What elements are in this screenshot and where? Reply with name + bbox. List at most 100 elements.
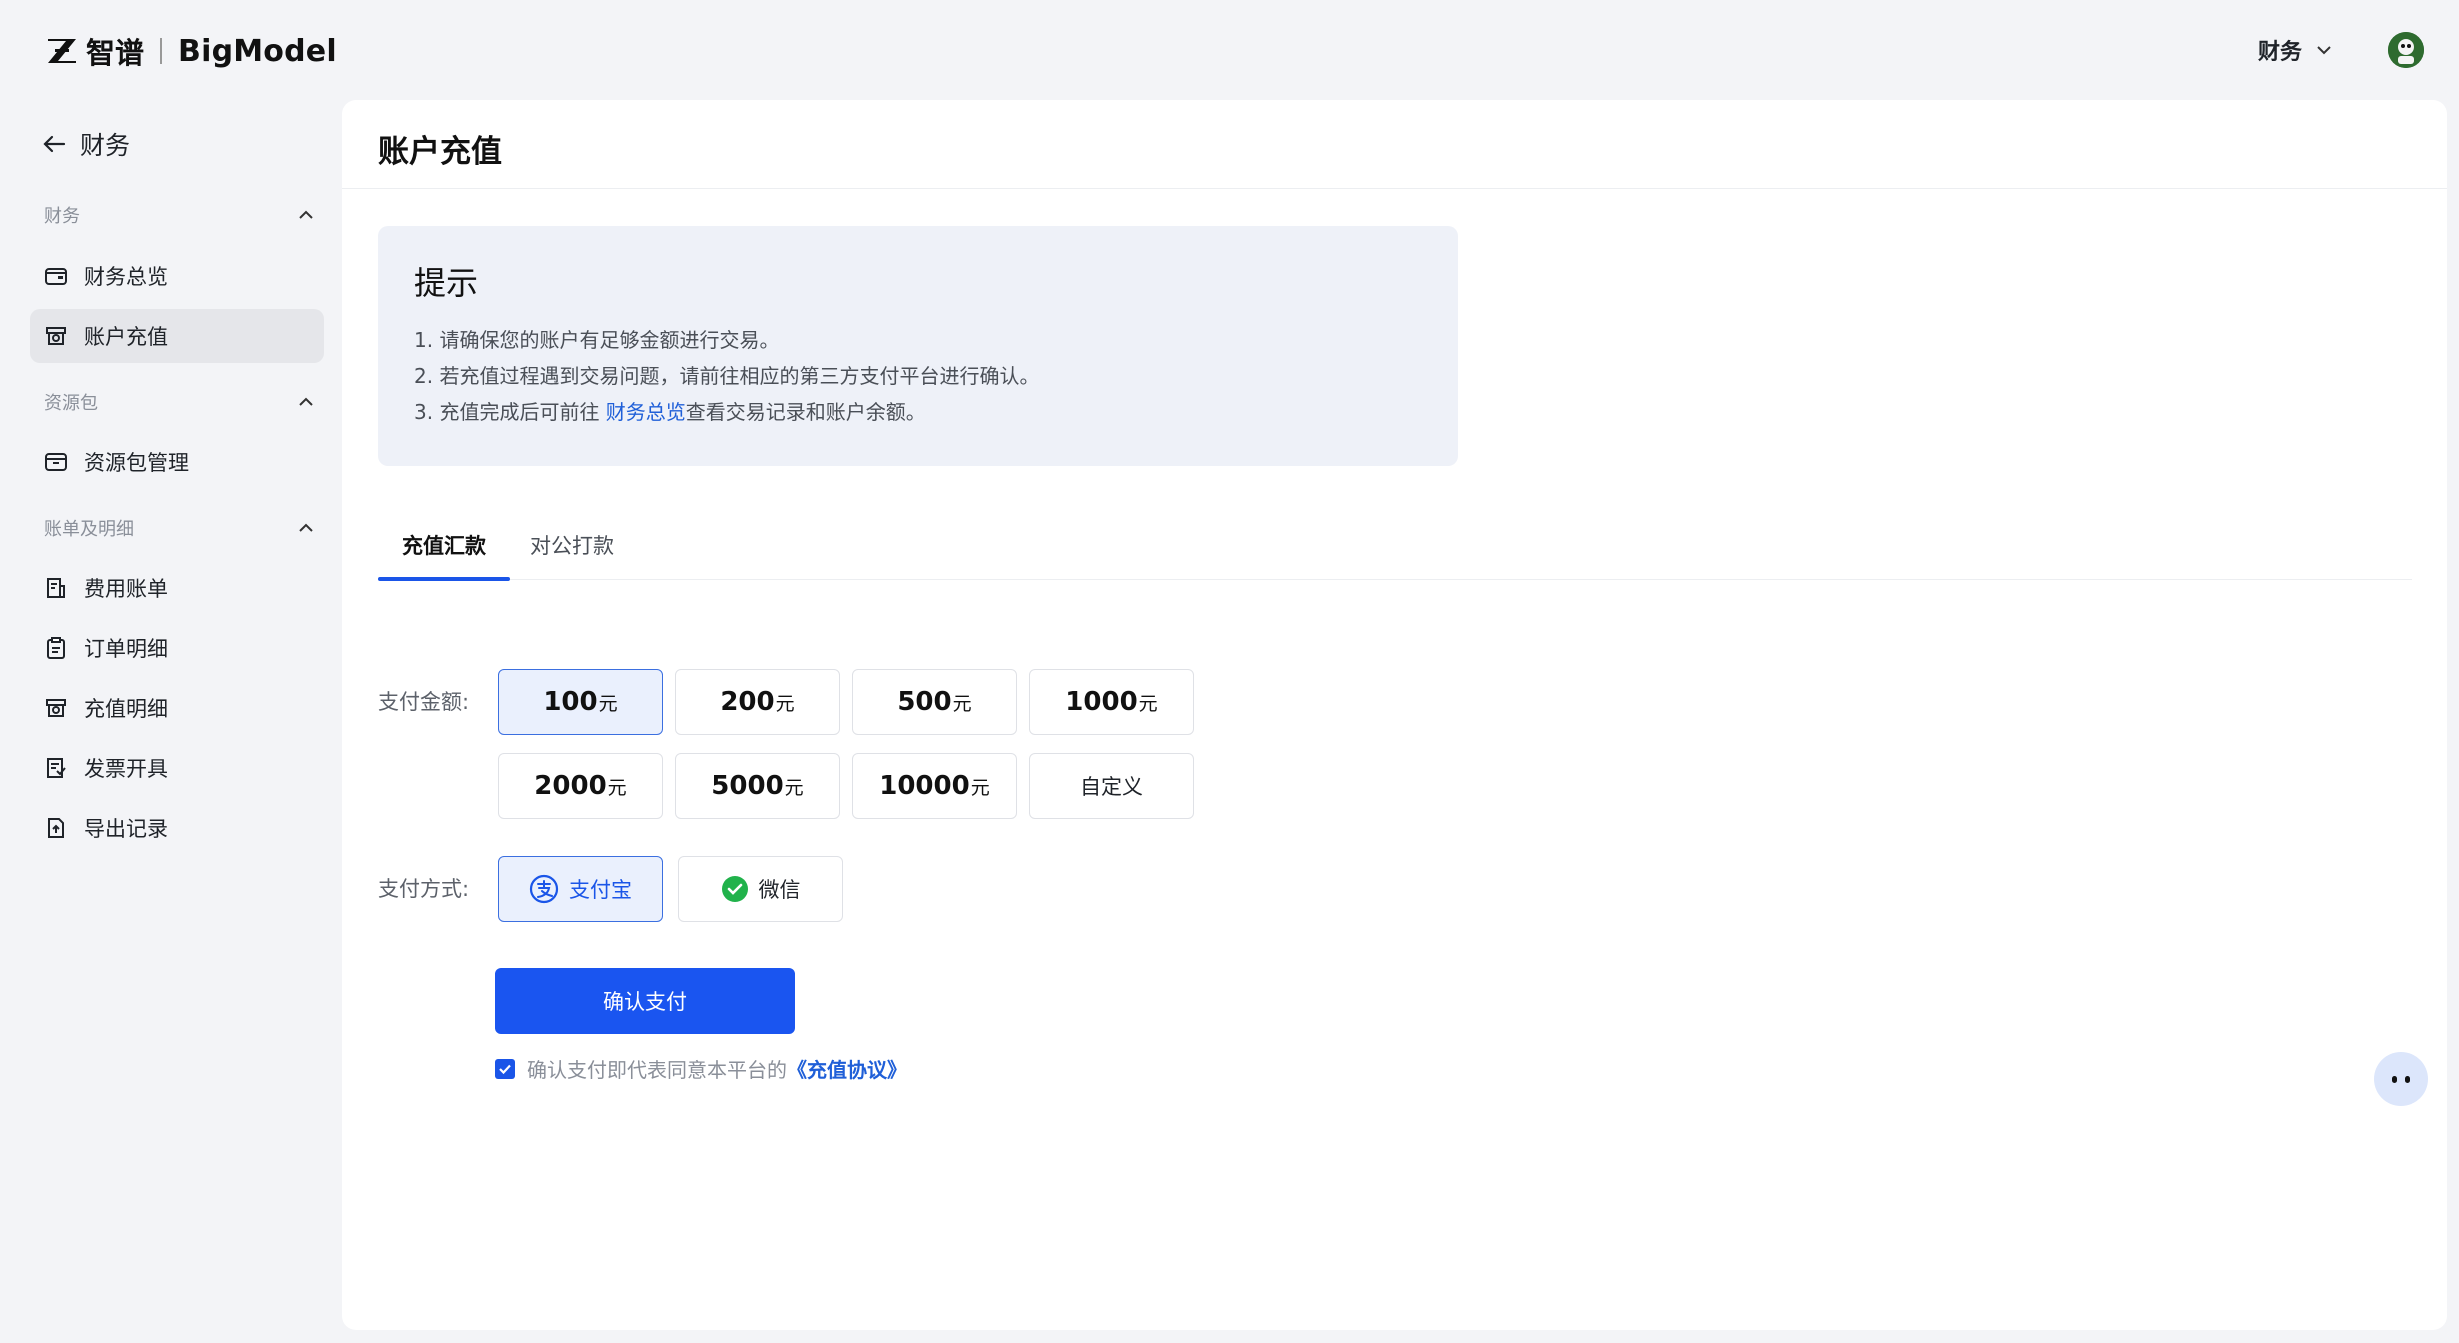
group-bills-details[interactable]: 账单及明细 — [44, 510, 314, 546]
brand-separator — [160, 38, 163, 64]
check-icon — [499, 1064, 511, 1074]
sidebar-item-resource-pack-management[interactable]: 资源包管理 — [30, 435, 324, 489]
payment-wechat[interactable]: 微信 — [678, 856, 843, 922]
brand-en: BigModel — [178, 33, 337, 69]
amount-option-500[interactable]: 500 元 — [852, 669, 1017, 735]
amount-unit: 元 — [970, 777, 990, 799]
tips-line-3-prefix: 3. 充值完成后可前往 — [414, 400, 606, 424]
brand-cn: 智谱 — [86, 36, 145, 70]
tips-box: 提示 1. 请确保您的账户有足够金额进行交易。 2. 若充值过程遇到交易问题，请… — [378, 226, 1458, 466]
sidebar-item-invoice[interactable]: 发票开具 — [30, 741, 324, 795]
sidebar-item-expense-bill[interactable]: 费用账单 — [30, 561, 324, 615]
sidebar-item-label: 资源包管理 — [84, 451, 189, 475]
avatar-icon — [2388, 32, 2424, 68]
tab-bar: 充值汇款 对公打款 — [378, 510, 2412, 581]
org-switcher[interactable]: 财务 — [2258, 34, 2332, 66]
tips-line-2: 2. 若充值过程遇到交易问题，请前往相应的第三方支付平台进行确认。 — [414, 364, 1040, 388]
avatar[interactable] — [2388, 32, 2424, 68]
title-divider — [342, 188, 2447, 189]
tab-recharge-remittance[interactable]: 充值汇款 — [378, 510, 510, 581]
alipay-icon — [529, 874, 559, 904]
amount-unit: 元 — [784, 777, 804, 799]
tips-line-3: 3. 充值完成后可前往 财务总览查看交易记录和账户余额。 — [414, 394, 1422, 430]
clipboard-icon — [42, 634, 70, 662]
sidebar-item-label: 发票开具 — [84, 757, 168, 781]
agreement-checkbox[interactable] — [495, 1058, 515, 1079]
amount-value: 2000 — [534, 771, 607, 801]
tips-line-1: 1. 请确保您的账户有足够金额进行交易。 — [414, 328, 780, 352]
assistant-float-button[interactable] — [2374, 1052, 2428, 1106]
recharge-icon — [42, 694, 70, 722]
amount-unit: 元 — [598, 693, 618, 715]
finance-overview-link[interactable]: 财务总览 — [606, 400, 686, 424]
group-title: 账单及明细 — [44, 519, 134, 540]
back-link[interactable]: 财务 — [42, 126, 130, 162]
tips-line-3-suffix: 查看交易记录和账户余额。 — [685, 400, 926, 424]
amount-value: 10000 — [879, 771, 970, 801]
sidebar-item-label: 充值明细 — [84, 697, 168, 721]
arrow-left-icon — [43, 135, 66, 153]
agreement-text: 确认支付即代表同意本平台的 — [527, 1058, 787, 1082]
payment-label: 微信 — [758, 878, 801, 902]
agreement-row: 确认支付即代表同意本平台的 《充值协议》 — [495, 1054, 907, 1083]
confirm-payment-button[interactable]: 确认支付 — [495, 968, 795, 1034]
amount-option-custom[interactable]: 自定义 — [1029, 753, 1194, 819]
sidebar-item-order-details[interactable]: 订单明细 — [30, 621, 324, 675]
amount-unit: 元 — [952, 693, 972, 715]
amount-option-2000[interactable]: 2000 元 — [498, 753, 663, 819]
amount-option-100[interactable]: 100 元 — [498, 669, 663, 735]
amount-value: 500 — [897, 687, 952, 717]
amount-unit: 元 — [1138, 693, 1158, 715]
group-title: 资源包 — [44, 393, 98, 414]
amount-value: 200 — [720, 687, 775, 717]
sidebar: 财务 财务 财务总览 账户充值 资源包 资源包管理 账单及明细 费用账单 订单明… — [0, 100, 340, 1343]
top-header: 智谱 BigModel 财务 — [0, 0, 2459, 100]
sidebar-item-label: 导出记录 — [84, 817, 168, 841]
zhipu-logo-icon — [48, 39, 76, 63]
sidebar-item-label: 财务总览 — [84, 265, 168, 289]
recharge-agreement-link[interactable]: 《充值协议》 — [787, 1054, 907, 1083]
payment-label: 支付宝 — [569, 878, 632, 902]
org-label: 财务 — [2258, 40, 2303, 65]
back-label: 财务 — [80, 131, 131, 160]
sidebar-item-finance-overview[interactable]: 财务总览 — [30, 249, 324, 303]
logo[interactable]: 智谱 BigModel — [46, 30, 337, 72]
amount-value: 100 — [543, 687, 598, 717]
chevron-up-icon — [299, 397, 313, 406]
amount-label: 支付金额: — [378, 690, 470, 714]
amount-option-1000[interactable]: 1000 元 — [1029, 669, 1194, 735]
amount-option-10000[interactable]: 10000 元 — [852, 753, 1017, 819]
tab-corporate-transfer[interactable]: 对公打款 — [530, 510, 614, 580]
bot-eye-icon — [2405, 1075, 2410, 1083]
wallet-icon — [42, 262, 70, 290]
amount-unit: 元 — [607, 777, 627, 799]
amount-option-200[interactable]: 200 元 — [675, 669, 840, 735]
sidebar-item-label: 费用账单 — [84, 577, 168, 601]
sidebar-item-label: 账户充值 — [84, 325, 168, 349]
recharge-icon — [42, 322, 70, 350]
amount-value: 5000 — [711, 771, 784, 801]
page-title: 账户充值 — [378, 134, 502, 170]
sidebar-item-account-recharge[interactable]: 账户充值 — [30, 309, 324, 363]
amount-unit: 元 — [775, 693, 795, 715]
chevron-up-icon — [299, 523, 313, 532]
payment-alipay[interactable]: 支付宝 — [498, 856, 663, 922]
amount-value: 1000 — [1065, 687, 1138, 717]
wechat-pay-icon — [721, 875, 749, 903]
bot-eye-icon — [2392, 1075, 2397, 1083]
sidebar-item-label: 订单明细 — [84, 637, 168, 661]
main-panel: 账户充值 提示 1. 请确保您的账户有足够金额进行交易。 2. 若充值过程遇到交… — [342, 100, 2447, 1330]
group-resource-pack[interactable]: 资源包 — [44, 384, 314, 420]
group-finance[interactable]: 财务 — [44, 197, 314, 233]
group-title: 财务 — [44, 206, 80, 227]
amount-option-5000[interactable]: 5000 元 — [675, 753, 840, 819]
invoice-icon — [42, 754, 70, 782]
payment-method-label: 支付方式: — [378, 877, 470, 901]
bill-icon — [42, 574, 70, 602]
chevron-down-icon — [2317, 46, 2331, 55]
sidebar-item-recharge-details[interactable]: 充值明细 — [30, 681, 324, 735]
sidebar-item-export-records[interactable]: 导出记录 — [30, 801, 324, 855]
package-icon — [42, 448, 70, 476]
chevron-up-icon — [299, 210, 313, 219]
tips-title: 提示 — [414, 264, 479, 302]
